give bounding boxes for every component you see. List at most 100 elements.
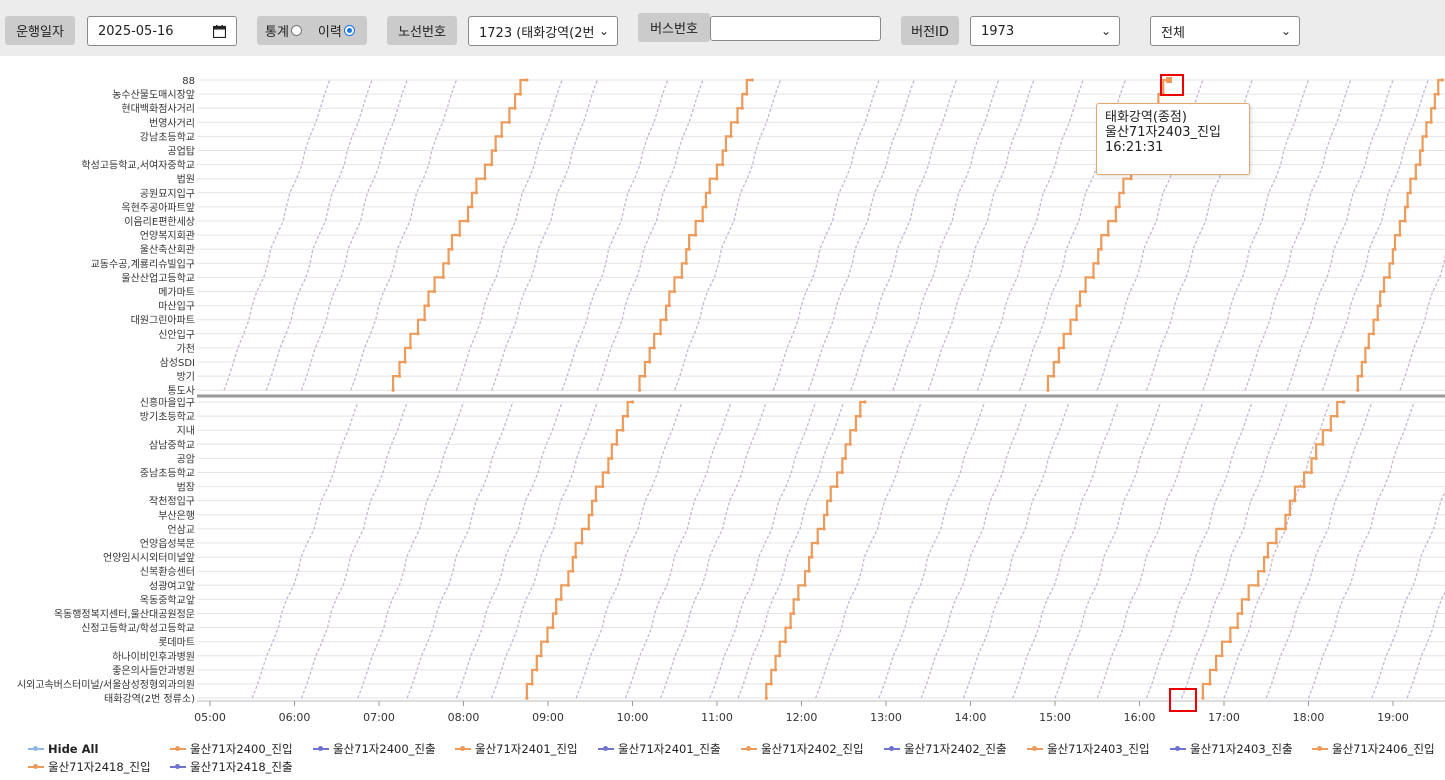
trip-point[interactable] [474, 191, 479, 195]
trip-point[interactable] [1288, 513, 1292, 517]
trip-point[interactable] [630, 400, 635, 404]
trip-point[interactable] [601, 485, 605, 489]
trip-point[interactable] [724, 148, 728, 153]
legend-item[interactable]: 울산71자2402_진출 [884, 741, 1007, 757]
trip-point[interactable] [694, 233, 698, 237]
history-radio[interactable] [343, 25, 355, 36]
route-select[interactable]: 1723 (태화강역(2번 ⌄ [468, 16, 618, 46]
trip-point[interactable] [539, 654, 543, 658]
version-select[interactable]: 1973 ⌄ [970, 16, 1120, 46]
trip-point[interactable] [1391, 261, 1395, 265]
trip-point[interactable] [721, 163, 725, 167]
trip-point[interactable] [773, 668, 778, 672]
trip-point[interactable] [735, 120, 740, 124]
trip-point[interactable] [1057, 360, 1061, 364]
trip-point[interactable] [615, 442, 619, 446]
trip-point[interactable] [637, 388, 642, 392]
trip-point[interactable] [1405, 205, 1410, 209]
trip-point[interactable] [658, 332, 663, 336]
trip-point[interactable] [740, 106, 744, 110]
trip-point[interactable] [525, 696, 529, 700]
trip-point[interactable] [1062, 346, 1066, 350]
trip-point[interactable] [525, 78, 529, 82]
trip-point[interactable] [1266, 555, 1270, 559]
trip-point[interactable] [1208, 682, 1212, 686]
trip-point[interactable] [835, 485, 839, 489]
trip-point[interactable] [684, 261, 688, 265]
trip-point[interactable] [403, 360, 407, 364]
trip-point[interactable] [822, 527, 826, 531]
legend-item[interactable]: 울산71자2403_진입 [1027, 741, 1150, 757]
trip-point[interactable] [1262, 569, 1266, 573]
trip-point[interactable] [1121, 191, 1125, 195]
trip-point[interactable] [1408, 191, 1413, 195]
date-input[interactable]: 2025-05-16 [87, 16, 237, 46]
trip-point[interactable] [559, 597, 563, 602]
trip-point[interactable] [1247, 597, 1251, 602]
trip-point[interactable] [1433, 106, 1437, 110]
trip-point[interactable] [1099, 247, 1103, 251]
trip-point[interactable] [1114, 219, 1118, 223]
trip-point[interactable] [643, 374, 647, 378]
legend-item[interactable]: 울산71자2406_진입 [1312, 741, 1435, 757]
trip-point[interactable] [1274, 541, 1278, 545]
trip-point[interactable] [507, 120, 511, 124]
legend-item[interactable]: 울산71자2403_진출 [1170, 741, 1293, 757]
trip-point[interactable] [574, 555, 578, 559]
trip-point[interactable] [1393, 247, 1397, 251]
trip-point[interactable] [1236, 626, 1240, 630]
trip-point[interactable] [513, 106, 517, 110]
trip-point[interactable] [426, 304, 431, 308]
trip-point[interactable] [1414, 177, 1418, 181]
filter-select[interactable]: 전체 ⌄ [1150, 16, 1300, 46]
highlight-trip-line[interactable] [525, 400, 633, 699]
stat-radio[interactable] [290, 25, 302, 36]
trip-point[interactable] [848, 442, 852, 446]
trip-point[interactable] [1083, 289, 1088, 294]
trip-point[interactable] [810, 555, 814, 559]
trip-point[interactable] [571, 569, 575, 573]
trip-point[interactable] [1129, 177, 1133, 181]
trip-point[interactable] [1329, 428, 1333, 432]
trip-point[interactable] [391, 388, 395, 392]
trip-point[interactable] [858, 414, 862, 418]
trip-point[interactable] [483, 177, 487, 181]
trip-point[interactable] [1096, 261, 1100, 265]
trip-point[interactable] [1078, 304, 1082, 308]
trip-point[interactable] [423, 318, 427, 322]
trip-point[interactable] [1420, 148, 1425, 153]
trip-point[interactable] [843, 456, 848, 460]
trip-point[interactable] [1356, 388, 1360, 392]
trip-point[interactable] [803, 583, 807, 587]
trip-point[interactable] [1228, 640, 1232, 644]
trip-point[interactable] [672, 289, 677, 294]
trip-point[interactable] [789, 626, 793, 630]
trip-point[interactable] [1360, 374, 1364, 378]
trip-point[interactable] [450, 247, 454, 251]
trip-point[interactable] [587, 527, 591, 531]
trip-point[interactable] [416, 332, 420, 336]
trip-point[interactable] [807, 569, 811, 573]
trip-point[interactable] [667, 304, 671, 308]
trip-point[interactable] [397, 374, 402, 378]
trip-point[interactable] [1293, 499, 1297, 503]
trip-point[interactable] [1201, 696, 1205, 700]
trip-point[interactable] [745, 92, 749, 96]
trip-point[interactable] [1403, 219, 1407, 223]
trip-point[interactable] [458, 233, 462, 237]
trip-point[interactable] [1046, 388, 1050, 392]
trip-point[interactable] [854, 428, 858, 432]
trip-point[interactable] [680, 275, 684, 279]
trip-point[interactable] [1240, 611, 1244, 616]
trip-point[interactable] [863, 400, 867, 404]
legend-item[interactable]: 울산71자2401_진입 [455, 741, 578, 757]
trip-point[interactable] [554, 611, 558, 616]
trip-point[interactable] [1387, 275, 1392, 279]
highlight-trip-line[interactable] [1201, 400, 1344, 699]
trip-point[interactable] [626, 414, 630, 418]
trip-point[interactable] [1106, 233, 1110, 237]
trip-point[interactable] [1424, 134, 1428, 138]
trip-point[interactable] [778, 654, 782, 658]
calendar-icon[interactable] [213, 25, 226, 38]
trip-point[interactable] [750, 78, 754, 82]
